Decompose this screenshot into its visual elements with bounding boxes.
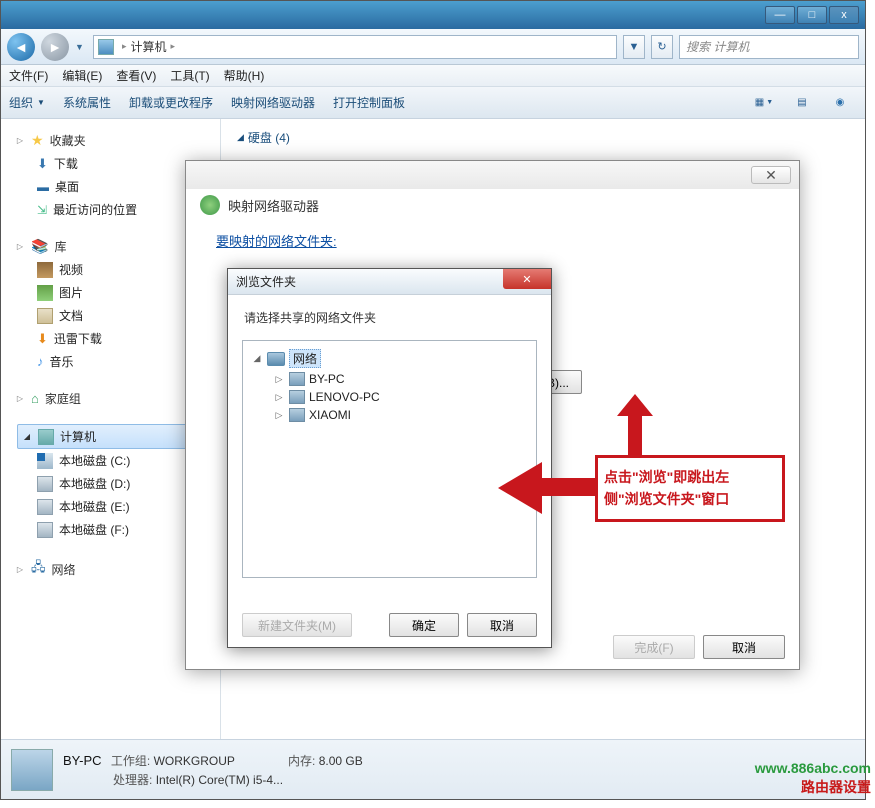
dialog-heading: 要映射的网络文件夹: <box>216 231 337 250</box>
details-pane: BY-PC 工作组: WORKGROUP 内存: 8.00 GB 处理器: In… <box>1 739 865 799</box>
finish-button: 完成(F) <box>613 635 695 659</box>
pc-icon <box>289 408 305 422</box>
menu-tools[interactable]: 工具(T) <box>170 67 209 84</box>
new-folder-button: 新建文件夹(M) <box>242 613 352 637</box>
close-button[interactable]: x <box>829 6 859 24</box>
details-workgroup-label: 工作组: <box>111 754 150 768</box>
sidebar-favorites[interactable]: ▷★收藏夹 <box>15 129 220 152</box>
dialog-close-button[interactable]: ✕ <box>751 166 791 184</box>
address-bar[interactable]: ▸ 计算机 ▸ <box>93 35 617 59</box>
browse-cancel-button[interactable]: 取消 <box>467 613 537 637</box>
breadcrumb-root[interactable]: 计算机 <box>131 38 167 55</box>
browse-folder-dialog: 浏览文件夹 ✕ 请选择共享的网络文件夹 ◢网络 ▷BY-PC ▷LENOVO-P… <box>227 268 552 648</box>
cancel-button[interactable]: 取消 <box>703 635 785 659</box>
annotation-arrow-up-icon <box>628 412 642 456</box>
toolbar-organize[interactable]: 组织 ▼ <box>9 94 45 111</box>
map-drive-icon <box>200 195 220 215</box>
nav-forward-button[interactable]: ► <box>41 33 69 61</box>
refresh-button[interactable]: ↻ <box>651 35 673 59</box>
details-cpu-value: Intel(R) Core(TM) i5-4... <box>156 773 283 787</box>
menu-help[interactable]: 帮助(H) <box>224 67 265 84</box>
details-mem-value: 8.00 GB <box>319 754 363 768</box>
minimize-button[interactable]: — <box>765 6 795 24</box>
nav-history-dropdown[interactable]: ▼ <box>75 42 87 52</box>
tree-node-bypc[interactable]: ▷BY-PC <box>269 370 532 388</box>
menu-file[interactable]: 文件(F) <box>9 67 48 84</box>
toolbar-control-panel[interactable]: 打开控制面板 <box>333 94 405 111</box>
pc-icon <box>289 372 305 386</box>
preview-pane-button[interactable]: ▤ <box>785 92 819 114</box>
details-workgroup-value: WORKGROUP <box>154 754 235 768</box>
dialog-title: 映射网络驱动器 <box>228 196 319 215</box>
view-options-button[interactable]: ▦ ▼ <box>747 92 781 114</box>
toolbar-map-drive[interactable]: 映射网络驱动器 <box>231 94 315 111</box>
watermark: www.886abc.com 路由器设置 <box>755 759 871 798</box>
browse-dialog-close-button[interactable]: ✕ <box>503 269 551 289</box>
tree-node-xiaomi[interactable]: ▷XIAOMI <box>269 406 532 424</box>
toolbar-system-props[interactable]: 系统属性 <box>63 94 111 111</box>
annotation-arrow-left-icon <box>540 478 598 496</box>
details-mem-label: 内存: <box>288 754 315 768</box>
menu-view[interactable]: 查看(V) <box>116 67 156 84</box>
search-input[interactable]: 搜索 计算机 <box>679 35 859 59</box>
breadcrumb-sep-icon: ▸ <box>171 41 176 52</box>
menu-edit[interactable]: 编辑(E) <box>62 67 102 84</box>
pc-icon <box>289 390 305 404</box>
tree-root-network[interactable]: ◢网络 <box>247 347 532 370</box>
annotation-arrow-left-icon <box>498 462 542 514</box>
titlebar: — □ x <box>1 1 865 29</box>
help-button[interactable]: ◉ <box>823 92 857 114</box>
tree-node-lenovo[interactable]: ▷LENOVO-PC <box>269 388 532 406</box>
breadcrumb-sep-icon: ▸ <box>122 41 127 52</box>
sidebar-computer[interactable]: ◢计算机 <box>17 424 210 449</box>
details-cpu-label: 处理器: <box>113 773 152 787</box>
toolbar-uninstall[interactable]: 卸载或更改程序 <box>129 94 213 111</box>
maximize-button[interactable]: □ <box>797 6 827 24</box>
ok-button[interactable]: 确定 <box>389 613 459 637</box>
annotation-text: 点击"浏览"即跳出左 侧"浏览文件夹"窗口 <box>595 455 785 522</box>
computer-thumbnail-icon <box>11 749 53 791</box>
computer-icon <box>98 39 114 55</box>
folder-tree[interactable]: ◢网络 ▷BY-PC ▷LENOVO-PC ▷XIAOMI <box>242 340 537 578</box>
address-dropdown-button[interactable]: ▼ <box>623 35 645 59</box>
browse-dialog-message: 请选择共享的网络文件夹 <box>228 295 551 334</box>
section-header[interactable]: ◢硬盘 (4) <box>237 129 849 146</box>
toolbar: 组织 ▼ 系统属性 卸载或更改程序 映射网络驱动器 打开控制面板 ▦ ▼ ▤ ◉ <box>1 87 865 119</box>
menu-bar: 文件(F) 编辑(E) 查看(V) 工具(T) 帮助(H) <box>1 65 865 87</box>
nav-back-button[interactable]: ◄ <box>7 33 35 61</box>
browse-dialog-title: 浏览文件夹 <box>236 273 296 290</box>
details-name: BY-PC <box>63 753 102 768</box>
nav-bar: ◄ ► ▼ ▸ 计算机 ▸ ▼ ↻ 搜索 计算机 <box>1 29 865 65</box>
network-icon <box>267 352 285 366</box>
